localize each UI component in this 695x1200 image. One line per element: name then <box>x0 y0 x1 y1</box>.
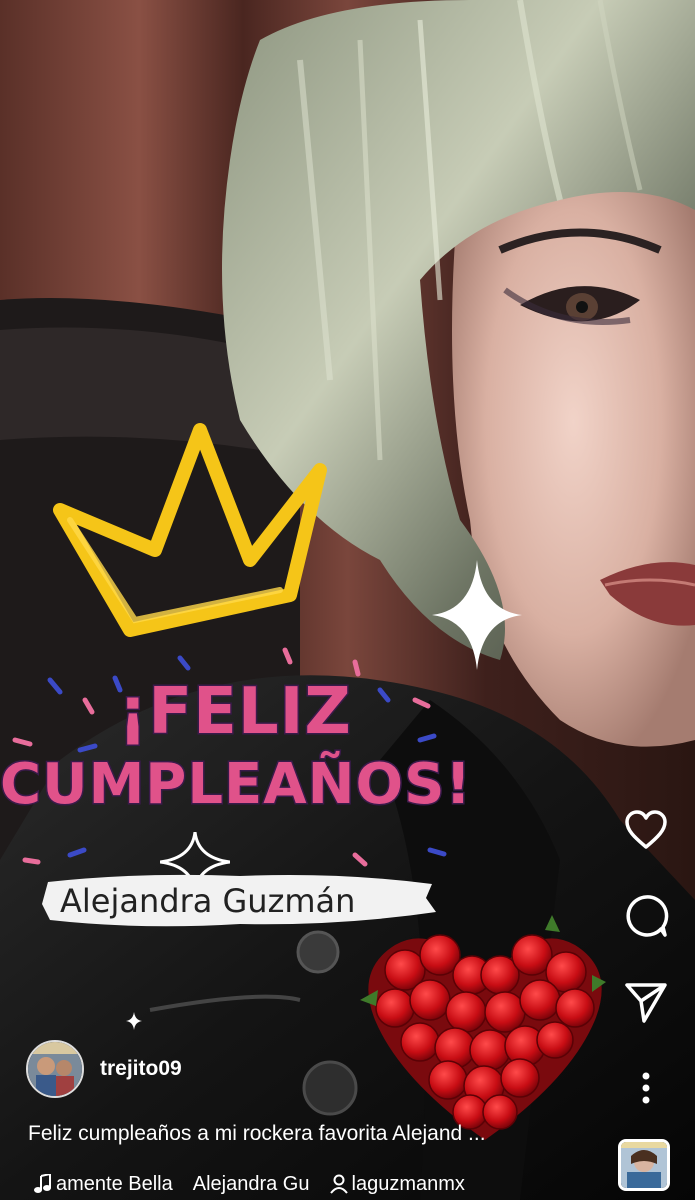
more-options-button[interactable] <box>621 1063 671 1113</box>
music-note-segment[interactable]: amente Bella <box>34 1173 173 1196</box>
avatar[interactable] <box>26 1040 84 1098</box>
share-button[interactable] <box>621 977 671 1027</box>
celebrity-name-label: Alejandra Guzmán <box>60 882 356 920</box>
sparkle-star-icon <box>432 560 522 670</box>
sparkle-dot-icon <box>126 1012 142 1030</box>
birthday-title-line1: ¡FELIZ <box>117 674 353 751</box>
audio-info-bar[interactable]: amente Bella Alejandra Gu laguzmanmx <box>34 1168 594 1200</box>
more-options-icon <box>642 1072 650 1104</box>
person-icon <box>329 1174 348 1194</box>
heart-icon <box>625 810 667 849</box>
song-artist[interactable]: Alejandra Gu <box>193 1173 310 1196</box>
author-username[interactable]: trejito09 <box>100 1057 182 1081</box>
music-note-icon <box>34 1174 51 1193</box>
comment-button[interactable] <box>621 891 671 941</box>
comment-bubble-icon <box>626 895 669 937</box>
reel-viewer[interactable]: ¡FELIZ CUMPLEAÑOS! Alejandra Guzmán trej… <box>0 0 695 1200</box>
paper-plane-icon <box>625 983 667 1023</box>
song-title: amente Bella <box>56 1172 173 1195</box>
tagged-user-segment[interactable]: laguzmanmx <box>329 1172 465 1196</box>
action-rail <box>621 805 671 1113</box>
post-author[interactable]: trejito09 <box>26 1040 182 1098</box>
tagged-username: laguzmanmx <box>351 1172 465 1195</box>
crown-doodle-icon <box>53 423 327 637</box>
post-caption[interactable]: Feliz cumpleaños a mi rockera favorita A… <box>28 1122 593 1146</box>
birthday-title-line2: CUMPLEAÑOS! <box>0 751 472 819</box>
audio-thumbnail[interactable] <box>618 1139 670 1191</box>
like-button[interactable] <box>621 805 671 855</box>
